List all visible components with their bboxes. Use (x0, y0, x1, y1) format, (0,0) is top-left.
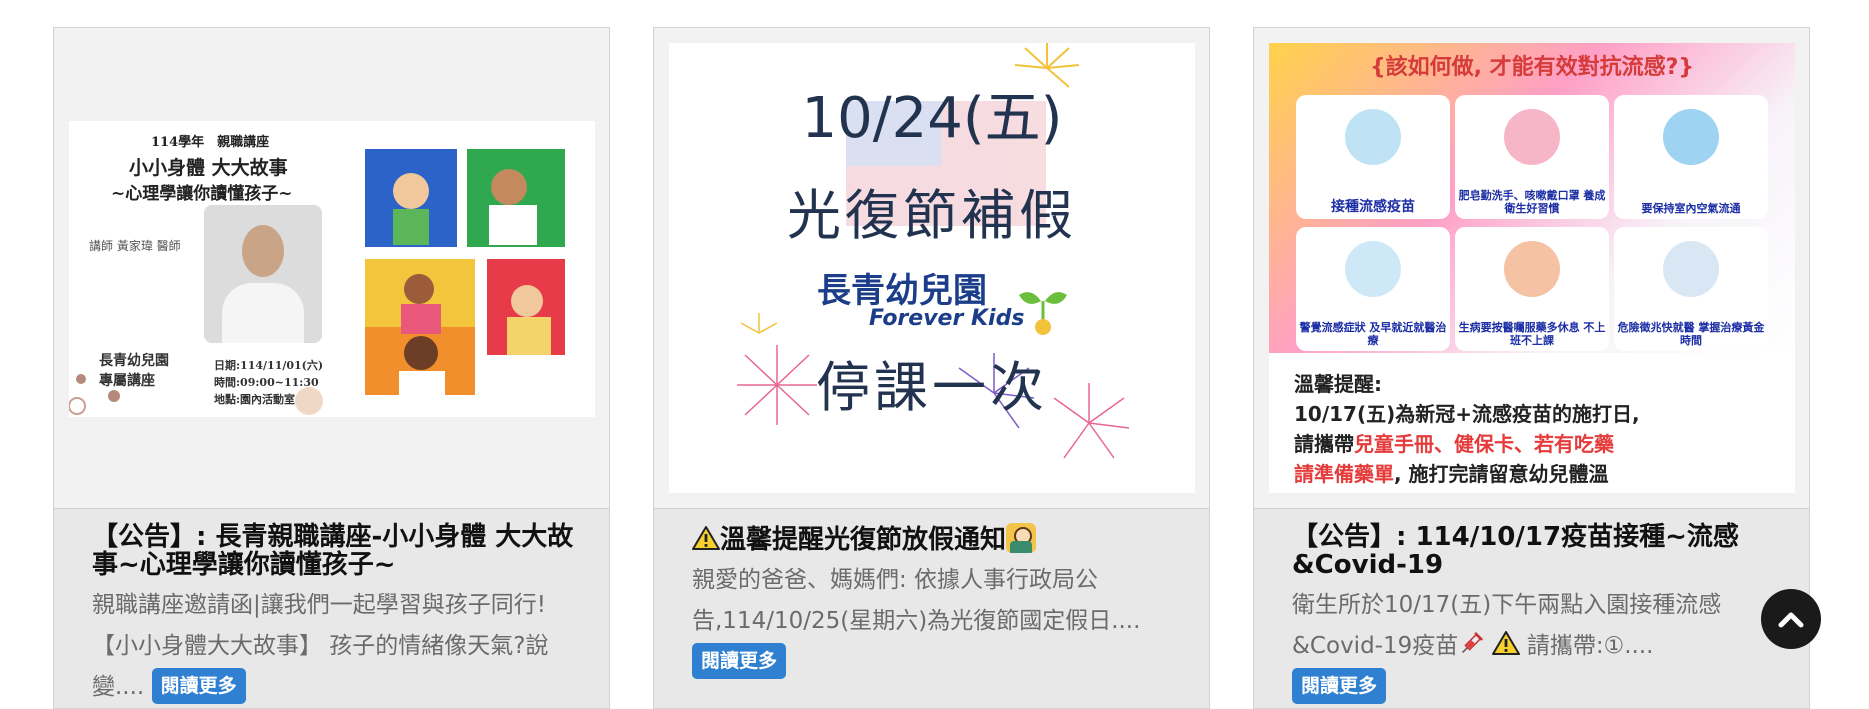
notice-closure: 停課一次 (816, 356, 1048, 419)
lecture-poster-image: 114學年 親職講座 小小身體 大大故事 ~心理學讓你讀懂孩子~ 講師 黃家瑋 … (69, 121, 595, 417)
notice-date: 10/24(五) (801, 86, 1063, 151)
notice-holiday: 光復節補假 (787, 184, 1077, 247)
news-card[interactable]: {該如何做, 才能有效對抗流感?} 接種流感疫苗 肥皂勤洗手、咳嗽戴口罩 養成衛… (1253, 27, 1810, 709)
card-thumbnail[interactable]: {該如何做, 才能有效對抗流感?} 接種流感疫苗 肥皂勤洗手、咳嗽戴口罩 養成衛… (1254, 28, 1809, 509)
poster-reminder: 溫馨提醒: 10/17(五)為新冠+流感疫苗的施打日, 請攜帶兒童手冊、健保卡、… (1294, 372, 1640, 486)
chevron-up-icon (1778, 612, 1804, 628)
card-thumbnail[interactable]: 10/24(五) 光復節補假 長青幼兒園 Forever Kids 停課一次 (654, 28, 1209, 509)
card-title-link[interactable]: 溫馨提醒光復節放假通知 (692, 523, 1179, 554)
card-thumbnail[interactable]: 114學年 親職講座 小小身體 大大故事 ~心理學讓你讀懂孩子~ 講師 黃家瑋 … (54, 28, 609, 509)
scroll-to-top-button[interactable] (1761, 589, 1821, 649)
holiday-notice-image: 10/24(五) 光復節補假 長青幼兒園 Forever Kids 停課一次 (669, 43, 1195, 493)
poster-illustration (69, 149, 565, 415)
prevention-tile: 接種流感疫苗 (1296, 95, 1450, 219)
card-title-link[interactable]: 【公告】: 長青親職講座-小小身體 大大故事~心理學讓你讀懂孩子~ (92, 523, 579, 579)
news-card[interactable]: 10/24(五) 光復節補假 長青幼兒園 Forever Kids 停課一次 溫… (653, 27, 1210, 709)
school-logo-text: 長青幼兒園 (817, 271, 987, 311)
read-more-button[interactable]: 閱讀更多 (692, 642, 787, 679)
card-excerpt: 衛生所於10/17(五)下午兩點入園接種流感&Covid-19疫苗 請攜帶:①.… (1292, 585, 1779, 708)
news-card[interactable]: 114學年 親職講座 小小身體 大大故事 ~心理學讓你讀懂孩子~ 講師 黃家瑋 … (53, 27, 610, 709)
syringe-icon (1462, 631, 1484, 654)
flu-prevention-image: {該如何做, 才能有效對抗流感?} 接種流感疫苗 肥皂勤洗手、咳嗽戴口罩 養成衛… (1269, 43, 1795, 493)
warning-icon (1491, 631, 1520, 655)
prevention-tile: 危險徵兆快就醫 掌握治療黃金時間 (1614, 227, 1768, 351)
card-title-link[interactable]: 【公告】: 114/10/17疫苗接種~流感&Covid-19 (1292, 523, 1779, 579)
teacher-emoji-icon (1006, 523, 1037, 553)
poster-question: {該如何做, 才能有效對抗流感?} (1369, 55, 1695, 80)
card-excerpt: 親職講座邀請函|讓我們一起學習與孩子同行!【小小身體大大故事】 孩子的情緒像天氣… (92, 585, 579, 708)
card-excerpt: 親愛的爸爸、媽媽們: 依據人事行政局公告,114/10/25(星期六)為光復節國… (692, 560, 1179, 683)
read-more-button[interactable]: 閱讀更多 (151, 667, 246, 704)
warning-icon (692, 526, 720, 550)
read-more-button[interactable]: 閱讀更多 (1292, 667, 1387, 704)
prevention-tile: 要保持室內空氣流通 (1614, 95, 1768, 219)
prevention-tile: 警覺流感症狀 及早就近就醫治療 (1296, 227, 1450, 351)
prevention-tile: 肥皂勤洗手、咳嗽戴口罩 養成衛生好習慣 (1455, 95, 1609, 219)
school-brand-text: Forever Kids (869, 306, 1025, 331)
prevention-tile: 生病要按醫囑服藥多休息 不上班不上課 (1455, 227, 1609, 351)
